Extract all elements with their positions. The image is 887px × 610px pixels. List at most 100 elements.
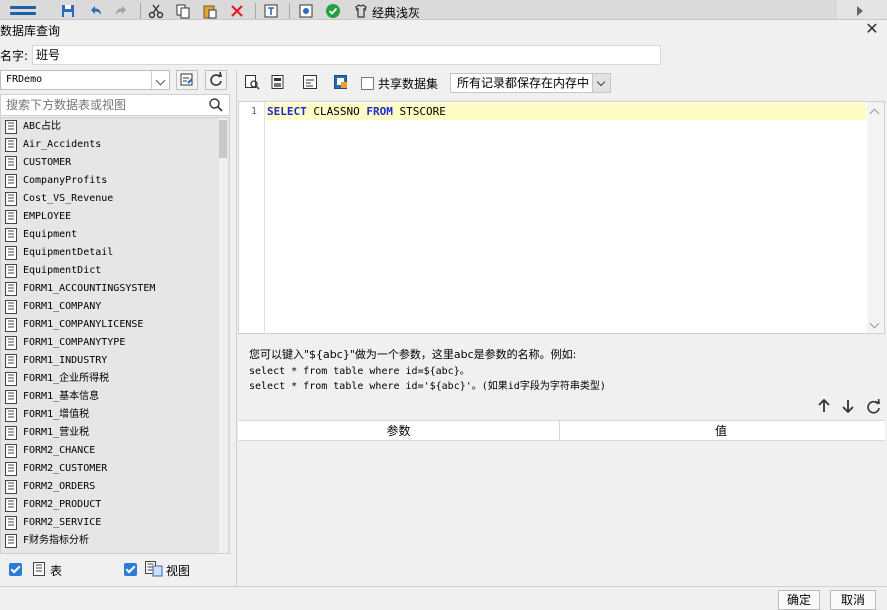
table-list-item[interactable]: FORM1_基本信息 (1, 388, 229, 406)
table-list-item[interactable]: EMPLOYEE (1, 208, 229, 226)
move-up-icon[interactable] (816, 398, 832, 414)
table-icon (5, 480, 17, 494)
table-list-item[interactable]: FORM1_ACCOUNTINGSYSTEM (1, 280, 229, 298)
sql-line[interactable]: SELECT CLASSNO FROM STSCORE (266, 103, 866, 120)
table-list-item[interactable]: Air_Accidents (1, 136, 229, 154)
table-list-item[interactable]: CUSTOMER (1, 154, 229, 172)
scrollbar-thumb[interactable] (219, 120, 227, 158)
toolbar-scroll-right-button[interactable] (837, 0, 887, 19)
sql-format-icon[interactable] (302, 74, 318, 90)
table-list-item[interactable]: FORM1_营业税 (1, 424, 229, 442)
table-list-item[interactable]: FORM2_CHANCE (1, 442, 229, 460)
table-list-item[interactable]: ABC占比 (1, 118, 229, 136)
menu-icon[interactable] (10, 6, 36, 19)
memory-mode-select[interactable]: 所有记录都保存在内存中 (450, 73, 611, 93)
check-icon[interactable] (325, 3, 341, 19)
table-list-item[interactable]: FORM2_CUSTOMER (1, 460, 229, 478)
search-icon[interactable] (209, 98, 223, 112)
table-search-input[interactable] (6, 98, 201, 112)
table-list-item[interactable]: F财务指标分析 (1, 532, 229, 550)
table-name: Air_Accidents (23, 139, 102, 150)
table-list-item[interactable]: FORM1_COMPANYLICENSE (1, 316, 229, 334)
sql-table: STSCORE (392, 105, 446, 118)
table-name: FORM2_ORDERS (23, 481, 96, 492)
table-filter-bar: 表 视图 (0, 558, 230, 584)
table-name: Cost_VS_Revenue (23, 193, 114, 204)
editor-scrollbar[interactable] (867, 102, 884, 333)
edit-connection-icon (180, 73, 193, 86)
table-list-item[interactable]: CompanyProfits (1, 172, 229, 190)
cut-icon[interactable] (148, 3, 164, 19)
move-down-icon[interactable] (840, 398, 856, 414)
preview-icon[interactable] (263, 3, 279, 19)
table-icon (5, 174, 17, 188)
column-header-param[interactable]: 参数 (238, 421, 560, 441)
table-name: FORM2_CHANCE (23, 445, 96, 456)
table-list-item[interactable]: FORM2_SERVICE (1, 514, 229, 532)
table-list-item[interactable]: FORM1_增值税 (1, 406, 229, 424)
delete-icon[interactable] (229, 3, 245, 19)
chevron-down-icon[interactable] (151, 71, 169, 89)
filter-view-checkbox[interactable] (124, 563, 137, 576)
table-icon (5, 462, 17, 476)
close-icon[interactable]: ✕ (865, 21, 879, 37)
table-icon (5, 426, 17, 440)
table-list-item[interactable]: FORM2_PRODUCT (1, 496, 229, 514)
panel-divider[interactable] (236, 70, 237, 586)
table-list[interactable]: ABC占比 Air_Accidents CUSTOMER CompanyProfits… (0, 117, 230, 554)
paste-icon[interactable] (202, 3, 218, 19)
table-list-item[interactable]: EquipmentDict (1, 262, 229, 280)
connection-select[interactable]: FRDemo (0, 70, 170, 90)
preview-data-icon[interactable] (244, 74, 260, 90)
edit-connection-button[interactable] (176, 70, 198, 90)
sql-editor[interactable]: 1 SELECT CLASSNO FROM STSCORE (238, 101, 885, 334)
filter-table-checkbox[interactable] (9, 563, 22, 576)
redo-icon[interactable] (114, 3, 130, 19)
table-list-scrollbar[interactable] (219, 118, 227, 553)
table-icon (5, 210, 17, 224)
app-toolbar: 经典浅灰 (0, 0, 887, 20)
refresh-button[interactable] (205, 70, 227, 90)
table-list-item[interactable]: FORM1_INDUSTRY (1, 352, 229, 370)
parameter-table[interactable]: 参数 值 (238, 420, 885, 585)
view-icon (145, 561, 163, 577)
table-name: FORM2_PRODUCT (23, 499, 102, 510)
scroll-down-icon[interactable] (869, 318, 880, 329)
table-list-item[interactable]: Cost_VS_Revenue (1, 190, 229, 208)
scroll-up-icon[interactable] (869, 108, 880, 119)
parameter-icon[interactable] (333, 74, 349, 90)
theme-label[interactable]: 经典浅灰 (372, 4, 420, 19)
settings-icon[interactable] (298, 3, 314, 19)
theme-icon[interactable] (353, 3, 369, 19)
table-icon (5, 300, 17, 314)
table-name: FORM1_COMPANYTYPE (23, 337, 126, 348)
memory-mode-value: 所有记录都保存在内存中 (457, 76, 590, 90)
table-list-item[interactable]: FORM1_COMPANY (1, 298, 229, 316)
table-list-item[interactable]: Equipment (1, 226, 229, 244)
parameter-table-header: 参数 值 (238, 421, 885, 441)
table-search-box[interactable] (0, 94, 230, 116)
share-dataset-checkbox[interactable] (361, 77, 374, 90)
dialog-title: 数据库查询 (0, 24, 61, 38)
undo-icon[interactable] (87, 3, 103, 19)
refresh-params-icon[interactable] (865, 398, 881, 414)
chevron-down-icon[interactable] (592, 74, 610, 92)
table-list-item[interactable]: FORM1_企业所得税 (1, 370, 229, 388)
name-input[interactable]: 班号 (32, 45, 661, 65)
table-list-item[interactable]: FORM2_ORDERS (1, 478, 229, 496)
table-name: EquipmentDict (23, 265, 102, 276)
table-name: FORM1_COMPANY (23, 301, 102, 312)
copy-icon[interactable] (175, 3, 191, 19)
table-icon (5, 372, 17, 386)
share-dataset-label: 共享数据集 (378, 77, 439, 91)
cancel-button[interactable]: 取消 (830, 590, 876, 610)
line-number: 1 (250, 106, 257, 117)
ok-button[interactable]: 确定 (778, 590, 820, 610)
table-list-item[interactable]: EquipmentDetail (1, 244, 229, 262)
column-header-value[interactable]: 值 (560, 421, 882, 441)
table-list-item[interactable]: FORM1_COMPANYTYPE (1, 334, 229, 352)
save-icon[interactable] (60, 3, 76, 19)
table-icon (5, 228, 17, 242)
table-name: FORM1_INDUSTRY (23, 355, 108, 366)
save-query-icon[interactable] (270, 74, 286, 90)
